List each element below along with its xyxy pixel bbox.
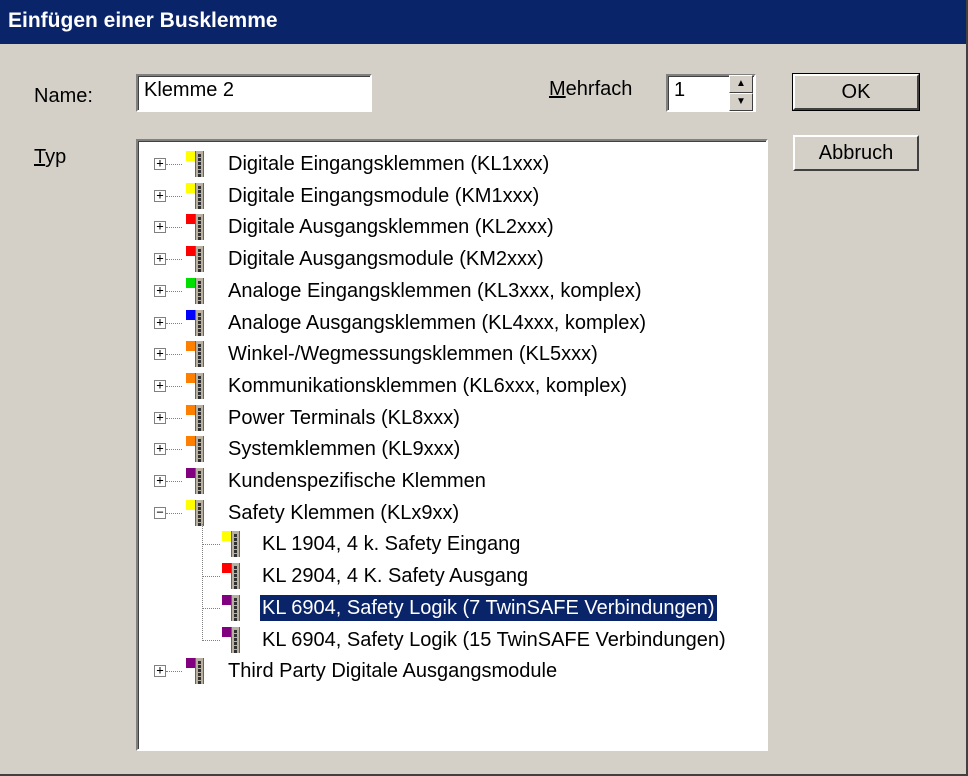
terminal-icon xyxy=(186,468,210,494)
ok-button[interactable]: OK xyxy=(792,73,920,111)
tree-item-label: Third Party Digitale Ausgangsmodule xyxy=(228,660,558,683)
terminal-icon xyxy=(186,182,210,209)
tree-connector xyxy=(166,385,182,387)
terminal-icon xyxy=(222,563,246,590)
tree-item[interactable]: + Kundenspezifische Klemmen xyxy=(138,466,758,496)
tree-connector xyxy=(166,481,182,482)
terminal-icon xyxy=(222,594,246,621)
expand-icon[interactable]: + xyxy=(154,189,166,202)
tree-item-label: KL 6904, Safety Logik (15 TwinSAFE Verbi… xyxy=(262,628,726,651)
tree-item-label: Kommunikationsklemmen (KL6xxx, komplex) xyxy=(228,374,628,397)
tree-item-label: Digitale Eingangsmodule (KM1xxx) xyxy=(228,184,540,207)
tree-item[interactable]: + Digitale Ausgangsmodule (KM2xxx) xyxy=(138,244,758,274)
tree-item[interactable]: + Power Terminals (KL8xxx) xyxy=(138,403,758,433)
terminal-icon xyxy=(222,531,246,558)
tree-item-label: Power Terminals (KL8xxx) xyxy=(228,406,460,429)
tree-connector xyxy=(166,417,182,419)
tree-item-label: Safety Klemmen (KLx9xx) xyxy=(228,501,460,524)
expand-icon[interactable]: + xyxy=(154,347,166,361)
title-bar: Einfügen einer Busklemme xyxy=(0,0,966,44)
expand-icon[interactable]: + xyxy=(154,411,166,424)
tree-item[interactable]: + Digitale Ausgangsklemmen (KL2xxx) xyxy=(138,212,758,242)
tree-item[interactable]: + Analoge Eingangsklemmen (KL3xxx, komple… xyxy=(138,276,758,306)
tree-connector xyxy=(166,671,182,673)
cancel-button[interactable]: Abbruch xyxy=(793,135,919,171)
expand-icon[interactable]: + xyxy=(154,316,166,329)
terminal-icon xyxy=(186,341,210,368)
tree-item-label: Winkel-/Wegmessungsklemmen (KL5xxx) xyxy=(228,343,598,366)
tree-item[interactable]: + Digitale Eingangsmodule (KM1xxx) xyxy=(138,181,758,211)
expand-icon[interactable]: + xyxy=(154,220,166,234)
tree-connector xyxy=(202,607,220,609)
terminal-icon xyxy=(186,246,210,273)
tree-connector xyxy=(202,544,220,546)
tree-connector xyxy=(166,449,182,451)
terminal-icon xyxy=(186,404,210,431)
terminal-type-tree[interactable]: + Digitale Eingangsklemmen (KL1xxx) + Digit… xyxy=(136,139,768,751)
terminal-icon xyxy=(222,626,246,653)
tree-connector xyxy=(166,195,182,197)
spin-up-icon[interactable]: ▲ xyxy=(729,75,753,93)
tree-item-label: Analoge Eingangsklemmen (KL3xxx, komplex… xyxy=(228,279,642,302)
tree-item-label: KL 2904, 4 K. Safety Ausgang xyxy=(262,565,529,588)
collapse-icon[interactable]: − xyxy=(154,506,166,519)
tree-connector xyxy=(202,523,203,640)
expand-icon[interactable]: + xyxy=(154,379,166,392)
terminal-icon xyxy=(186,372,210,399)
expand-icon[interactable]: + xyxy=(154,284,166,297)
tree-connector xyxy=(166,512,182,514)
name-input[interactable]: Klemme 2 xyxy=(136,74,372,112)
terminal-icon xyxy=(186,499,210,526)
terminal-icon xyxy=(186,277,210,304)
tree-item-label: Kundenspezifische Klemmen xyxy=(228,470,486,492)
mehrfach-spinner[interactable]: ▲ ▼ xyxy=(729,75,753,111)
tree-item[interactable]: + Third Party Digitale Ausgangsmodule xyxy=(138,656,758,686)
tree-item-label: Systemklemmen (KL9xxx) xyxy=(228,438,461,461)
tree-child-item[interactable]: KL 6904, Safety Logik (15 TwinSAFE Verbi… xyxy=(138,625,768,655)
tree-item[interactable]: + Winkel-/Wegmessungsklemmen (KL5xxx) xyxy=(138,339,758,369)
expand-icon[interactable]: + xyxy=(154,474,166,487)
terminal-icon xyxy=(186,214,210,241)
tree-connector xyxy=(166,354,182,356)
tree-connector xyxy=(202,576,220,578)
tree-item[interactable]: + Analoge Ausgangsklemmen (KL4xxx, komple… xyxy=(138,308,758,338)
typ-label: Typ xyxy=(34,146,67,168)
tree-item[interactable]: + Kommunikationsklemmen (KL6xxx, komplex) xyxy=(138,371,758,401)
terminal-icon xyxy=(186,436,210,463)
expand-icon[interactable]: + xyxy=(154,664,166,678)
tree-item-label: Digitale Ausgangsklemmen (KL2xxx) xyxy=(228,216,554,239)
tree-child-item[interactable]: KL 6904, Safety Logik (7 TwinSAFE Verbin… xyxy=(138,593,768,623)
tree-item[interactable]: + Systemklemmen (KL9xxx) xyxy=(138,434,758,464)
expand-icon[interactable]: + xyxy=(154,252,166,266)
tree-connector xyxy=(166,164,182,165)
tree-child-item[interactable]: KL 2904, 4 K. Safety Ausgang xyxy=(138,561,768,591)
tree-connector xyxy=(166,322,182,324)
tree-item-label: KL 1904, 4 k. Safety Eingang xyxy=(262,533,521,556)
tree-connector xyxy=(166,290,182,292)
tree-connector xyxy=(166,259,182,261)
tree-item-label: Digitale Eingangsklemmen (KL1xxx) xyxy=(228,153,550,175)
terminal-icon xyxy=(186,151,210,177)
tree-item[interactable]: + Digitale Eingangsklemmen (KL1xxx) xyxy=(138,149,758,179)
tree-connector xyxy=(166,227,182,229)
expand-icon[interactable]: + xyxy=(154,442,166,456)
dialog-title: Einfügen einer Busklemme xyxy=(8,9,278,32)
expand-icon[interactable]: + xyxy=(154,157,166,170)
terminal-icon xyxy=(186,309,210,336)
tree-connector xyxy=(202,639,220,641)
tree-item-label-selected: KL 6904, Safety Logik (7 TwinSAFE Verbin… xyxy=(259,593,718,622)
tree-item-label: Digitale Ausgangsmodule (KM2xxx) xyxy=(228,248,544,271)
terminal-icon xyxy=(186,658,210,685)
insert-terminal-dialog: Einfügen einer Busklemme Name: Klemme 2 … xyxy=(0,0,968,776)
name-label: Name: xyxy=(34,85,93,107)
tree-item[interactable]: − Safety Klemmen (KLx9xx) xyxy=(138,498,758,528)
mehrfach-label: Mehrfach xyxy=(549,78,633,100)
tree-child-item[interactable]: KL 1904, 4 k. Safety Eingang xyxy=(138,529,768,559)
tree-item-label: Analoge Ausgangsklemmen (KL4xxx, komplex… xyxy=(228,311,646,334)
spin-down-icon[interactable]: ▼ xyxy=(729,93,753,111)
